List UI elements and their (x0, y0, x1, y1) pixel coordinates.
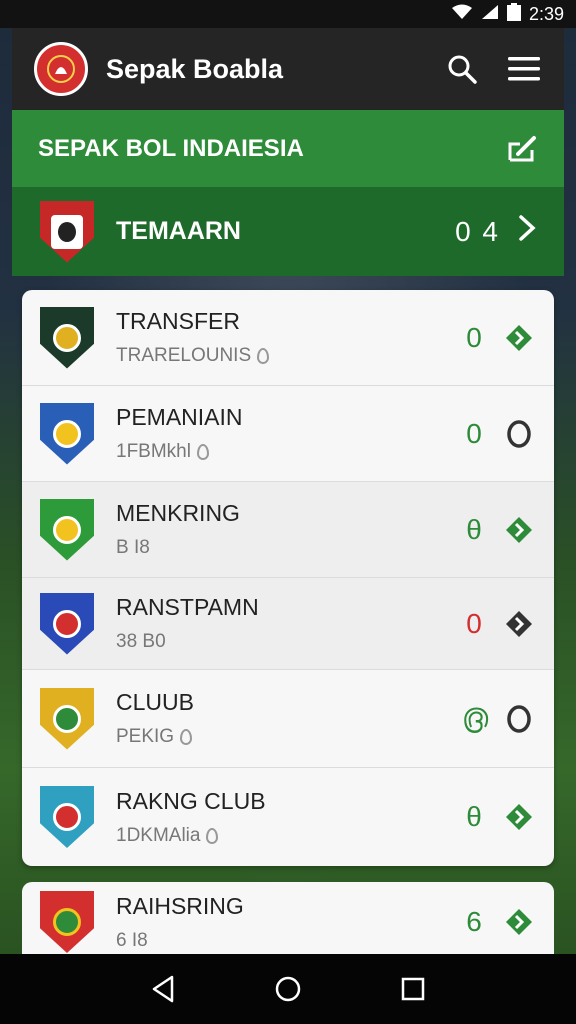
search-button[interactable] (440, 47, 484, 91)
club-subtitle: 38 B0 (116, 631, 166, 652)
app-bar: Sepak Boabla (12, 28, 564, 110)
diamond-arrow-icon[interactable] (502, 513, 536, 547)
club-name: RAIHSRING (116, 892, 244, 919)
back-triangle-icon (152, 975, 173, 1003)
club-badge-icon (40, 687, 94, 750)
list-item[interactable]: RAIHSRING 6 I8 6 (22, 882, 554, 962)
club-score: 0 (466, 417, 482, 449)
location-pin-icon (196, 444, 209, 460)
section-title: SEPAK BOL INDAIESIA (38, 134, 304, 162)
club-list-partial: RAIHSRING 6 I8 6 (22, 882, 554, 962)
diamond-arrow-icon[interactable] (502, 321, 536, 355)
list-item[interactable]: CLUUB PEKIG ൫ (22, 670, 554, 768)
club-score: θ (466, 801, 482, 832)
club-subtitle: B I8 (116, 537, 150, 558)
club-subtitle: TRARELOUNIS (116, 345, 462, 367)
featured-team-name: TEMAARN (116, 217, 241, 245)
home-circle-icon (275, 976, 301, 1002)
club-score: θ (466, 513, 482, 545)
system-nav-bar (0, 954, 576, 1024)
app-logo (34, 42, 88, 96)
club-subtitle: PEKIG (116, 726, 462, 748)
featured-team-badge (40, 200, 94, 263)
list-item[interactable]: TRANSFER TRARELOUNIS 0 (22, 290, 554, 386)
back-button[interactable] (141, 967, 185, 1011)
location-pin-icon (257, 348, 270, 364)
featured-team-score: 0 4 (455, 215, 500, 247)
club-badge-icon (40, 891, 94, 953)
club-subtitle: 1FBMkhl (116, 441, 462, 463)
status-circle-icon[interactable] (502, 702, 536, 736)
edit-icon (508, 135, 536, 161)
club-name: RAKNG CLUB (116, 787, 266, 814)
club-badge-icon (40, 498, 94, 561)
edit-button[interactable] (500, 127, 544, 171)
diamond-arrow-icon[interactable] (502, 905, 536, 939)
list-item[interactable]: MENKRING B I8 θ (22, 482, 554, 578)
status-bar: 2:39 (0, 0, 576, 28)
diamond-arrow-icon[interactable] (502, 607, 536, 641)
club-name: RANSTPAMN (116, 594, 259, 620)
menu-button[interactable] (502, 47, 546, 91)
featured-team-row[interactable]: TEMAARN 0 4 (12, 187, 564, 276)
battery-icon (506, 2, 521, 26)
recents-square-icon (402, 977, 425, 1001)
club-list: TRANSFER TRARELOUNIS 0 PEMANIAIN 1FBMkhl 0 MEN… (22, 290, 554, 866)
club-badge-icon (40, 306, 94, 369)
club-name: CLUUB (116, 689, 194, 715)
club-name: PEMANIAIN (116, 404, 243, 430)
club-name: MENKRING (116, 500, 240, 526)
hamburger-menu-icon (508, 57, 540, 81)
club-subtitle: 1DKMAlia (116, 825, 462, 847)
club-crest-icon (47, 55, 75, 83)
wifi-icon (451, 4, 473, 25)
status-circle-icon[interactable] (502, 417, 536, 451)
club-badge-icon (40, 592, 94, 655)
club-badge-icon (40, 786, 94, 848)
status-time: 2:39 (528, 3, 564, 24)
list-item[interactable]: PEMANIAIN 1FBMkhl 0 (22, 386, 554, 482)
recents-button[interactable] (391, 967, 435, 1011)
list-item[interactable]: RANSTPAMN 38 B0 0 (22, 578, 554, 670)
club-score: ൫ (462, 702, 489, 733)
location-pin-icon (206, 827, 219, 844)
app-title: Sepak Boabla (106, 53, 284, 84)
club-name: TRANSFER (116, 308, 240, 334)
club-subtitle: 6 I8 (116, 929, 148, 951)
search-icon (448, 55, 477, 84)
club-score: 0 (466, 607, 482, 639)
club-score: 0 (466, 321, 482, 353)
diamond-arrow-icon[interactable] (502, 800, 536, 834)
club-badge-icon (40, 402, 94, 465)
home-button[interactable] (266, 967, 310, 1011)
signal-icon (481, 4, 499, 25)
club-score: 6 (466, 906, 482, 937)
chevron-right-icon (518, 214, 536, 250)
section-header: SEPAK BOL INDAIESIA (12, 110, 564, 187)
location-pin-icon (180, 729, 193, 745)
list-item[interactable]: RAKNG CLUB 1DKMAlia θ (22, 768, 554, 866)
